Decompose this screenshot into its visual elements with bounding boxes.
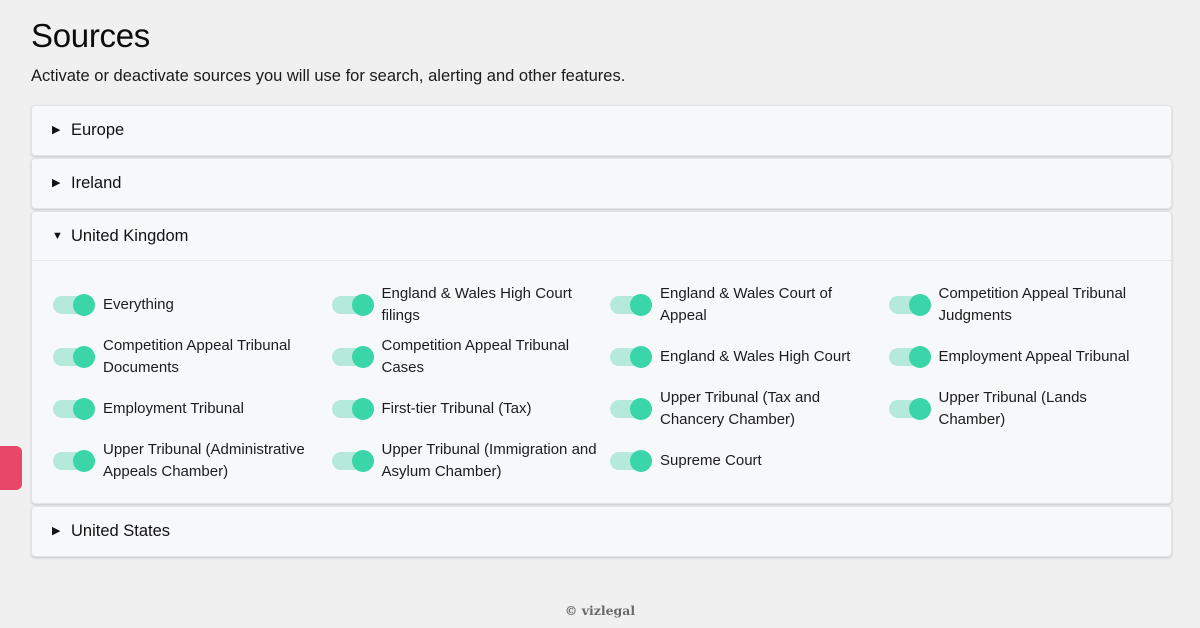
region-header-united-kingdom[interactable]: ▼ United Kingdom	[32, 212, 1171, 261]
region-label: United States	[71, 522, 171, 540]
source-toggle[interactable]	[331, 450, 374, 472]
source-toggle[interactable]	[610, 294, 652, 316]
source-item-ew-court-of-appeal[interactable]: England & Wales Court of Appeal	[610, 279, 889, 331]
region-header-ireland[interactable]: ▶ Ireland	[32, 159, 1171, 208]
source-item-employment-appeal-tribunal[interactable]: Employment Appeal Tribunal	[888, 331, 1149, 383]
region-label: Ireland	[71, 174, 122, 192]
source-toggle[interactable]	[610, 346, 652, 368]
source-item-ut-tax-chancery[interactable]: Upper Tribunal (Tax and Chancery Chamber…	[610, 383, 889, 435]
source-label: Upper Tribunal (Tax and Chancery Chamber…	[660, 389, 821, 428]
uk-sources-list: Everything England & Wales High Court fi…	[32, 261, 1171, 503]
source-label: Upper Tribunal (Administrative Appeals C…	[103, 441, 305, 480]
source-label: Upper Tribunal (Immigration and Asylum C…	[381, 441, 597, 480]
source-toggle[interactable]	[888, 398, 931, 420]
source-label: England & Wales High Court	[660, 348, 851, 365]
region-header-united-states[interactable]: ▶ United States	[32, 507, 1171, 556]
source-label: Upper Tribunal (Lands Chamber)	[938, 389, 1087, 428]
page-subtitle: Activate or deactivate sources you will …	[31, 67, 626, 85]
region-label: Europe	[71, 121, 125, 139]
source-toggle[interactable]	[53, 398, 95, 420]
source-item-ut-lands[interactable]: Upper Tribunal (Lands Chamber)	[888, 383, 1149, 435]
source-toggle[interactable]	[888, 346, 931, 368]
source-item-ut-administrative-appeals[interactable]: Upper Tribunal (Administrative Appeals C…	[53, 435, 332, 487]
region-panel-europe: ▶ Europe	[31, 105, 1172, 156]
source-item-employment-tribunal[interactable]: Employment Tribunal	[53, 383, 332, 435]
source-item-everything[interactable]: Everything	[53, 279, 332, 331]
source-label: Competition Appeal Tribunal Judgments	[938, 285, 1127, 324]
triangle-right-icon: ▶	[52, 124, 61, 136]
source-label: Supreme Court	[660, 452, 762, 469]
source-item-ew-high-court-filings[interactable]: England & Wales High Court filings	[331, 279, 611, 331]
source-item-cat-judgments[interactable]: Competition Appeal Tribunal Judgments	[888, 279, 1149, 331]
region-label: United Kingdom	[71, 226, 189, 245]
triangle-right-icon: ▶	[52, 525, 61, 537]
source-toggle[interactable]	[53, 450, 95, 472]
feedback-side-tab[interactable]	[0, 446, 22, 490]
region-panel-united-kingdom: ▼ United Kingdom Everything England & Wa…	[31, 211, 1172, 504]
source-label: Employment Tribunal	[103, 400, 244, 417]
triangle-right-icon: ▶	[52, 177, 61, 189]
source-item-cat-cases[interactable]: Competition Appeal Tribunal Cases	[331, 331, 611, 383]
source-toggle[interactable]	[53, 294, 95, 316]
source-toggle[interactable]	[888, 294, 931, 316]
regions-accordion: ▶ Europe ▶ Ireland ▼ United Kingdom Ever…	[31, 105, 1172, 559]
source-toggle[interactable]	[331, 398, 374, 420]
source-label: Everything	[103, 296, 174, 313]
source-toggle[interactable]	[331, 346, 374, 368]
source-label: England & Wales High Court filings	[381, 285, 572, 324]
source-label: England & Wales Court of Appeal	[660, 285, 833, 324]
source-toggle[interactable]	[53, 346, 95, 368]
source-toggle[interactable]	[610, 450, 652, 472]
source-toggle[interactable]	[610, 398, 652, 420]
region-panel-united-states: ▶ United States	[31, 506, 1172, 557]
source-label: Competition Appeal Tribunal Documents	[103, 337, 291, 376]
source-label: Employment Appeal Tribunal	[938, 348, 1130, 365]
region-panel-ireland: ▶ Ireland	[31, 158, 1172, 209]
page-title: Sources	[31, 17, 150, 54]
source-label: Competition Appeal Tribunal Cases	[381, 337, 570, 376]
uk-sources-grid: Everything England & Wales High Court fi…	[53, 279, 1151, 487]
source-item-first-tier-tribunal-tax[interactable]: First-tier Tribunal (Tax)	[331, 383, 611, 435]
source-item-supreme-court[interactable]: Supreme Court	[610, 435, 889, 487]
region-header-europe[interactable]: ▶ Europe	[32, 106, 1171, 155]
source-toggle[interactable]	[331, 294, 374, 316]
source-item-ut-immigration-asylum[interactable]: Upper Tribunal (Immigration and Asylum C…	[331, 435, 611, 487]
source-item-cat-documents[interactable]: Competition Appeal Tribunal Documents	[53, 331, 332, 383]
source-label: First-tier Tribunal (Tax)	[381, 400, 532, 417]
source-item-ew-high-court[interactable]: England & Wales High Court	[610, 331, 889, 383]
footer-copyright: © vizlegal	[564, 603, 636, 618]
triangle-down-icon: ▼	[52, 229, 63, 242]
